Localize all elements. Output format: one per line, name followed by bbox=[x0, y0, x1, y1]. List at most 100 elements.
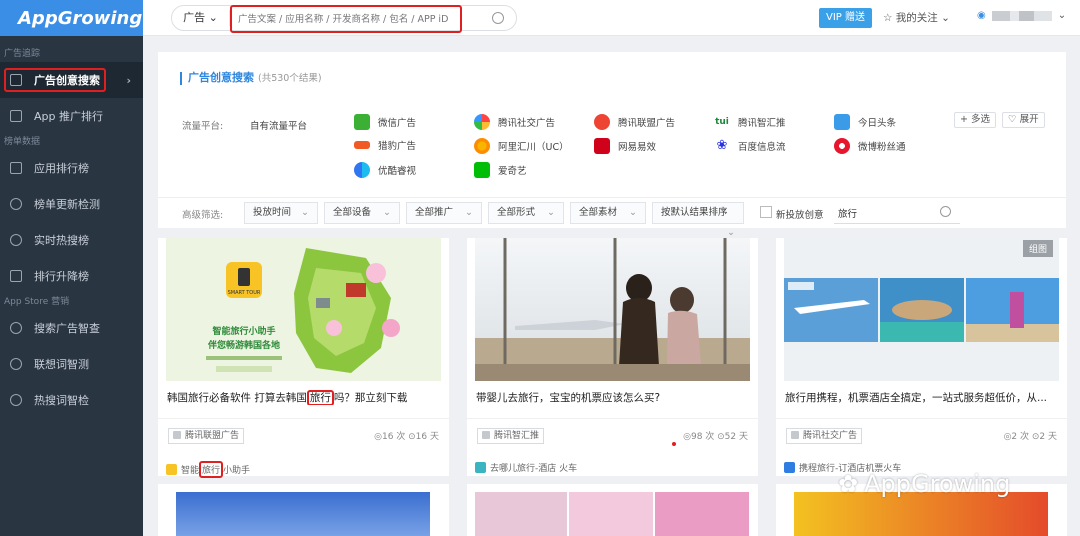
platform-ali-uc[interactable]: 阿里汇川（UC） bbox=[474, 138, 569, 154]
image-icon bbox=[10, 74, 22, 86]
ad-meta: 腾讯智汇推 ◎98 次 ⊙52 天 bbox=[467, 418, 758, 448]
dropdown-sort[interactable]: 按默认结果排序 ⌄ bbox=[652, 202, 744, 238]
dropdown-promotion[interactable]: 全部推广 ⌄ bbox=[406, 202, 482, 224]
baidu-paw-icon: ❀ bbox=[714, 138, 730, 154]
suggest-icon bbox=[10, 358, 22, 370]
self-platform-option[interactable]: 自有流量平台 bbox=[250, 118, 307, 132]
indicator-dot bbox=[672, 442, 676, 446]
svg-text:SMART TOUR: SMART TOUR bbox=[228, 290, 261, 296]
platform-tencent-union[interactable]: 腾讯联盟广告 bbox=[594, 114, 675, 130]
chevron-right-icon: › bbox=[126, 73, 131, 87]
ad-card[interactable] bbox=[158, 484, 449, 536]
trend-icon bbox=[10, 270, 22, 282]
multi-select-button[interactable]: + 多选 bbox=[954, 112, 996, 128]
youku-icon bbox=[354, 162, 370, 178]
ad-creative-image bbox=[655, 492, 749, 536]
platform-tencent-zhihui[interactable]: tui 腾讯智汇推 bbox=[714, 114, 786, 130]
ad-title[interactable]: 旅行用携程，机票酒店全搞定，一站式服务超低价，从... bbox=[785, 390, 1057, 405]
section-charts: 榜单数据 bbox=[4, 137, 41, 147]
advertiser-app[interactable]: 智能 旅行 小助手 bbox=[166, 461, 250, 478]
page-title: 广告创意搜索 (共530个结果) bbox=[180, 72, 322, 85]
toutiao-icon bbox=[834, 114, 850, 130]
ad-creative-image bbox=[569, 492, 653, 536]
platform-tencent-social[interactable]: 腾讯社交广告 bbox=[474, 114, 555, 130]
section-ad-tracking: 广告追踪 bbox=[4, 49, 41, 59]
vip-gift-button[interactable]: VIP 赠送 bbox=[819, 8, 872, 28]
search-bar: 广告 ⌄ bbox=[171, 5, 517, 33]
ad-meta: 腾讯社交广告 ◎2 次 ⊙2 天 bbox=[776, 418, 1067, 448]
platform-tag: 腾讯联盟广告 bbox=[168, 428, 245, 444]
wechat-icon bbox=[354, 114, 370, 130]
ctrip-collage bbox=[784, 238, 1059, 381]
platform-toutiao[interactable]: 今日头条 bbox=[834, 114, 896, 130]
platform-tag: 腾讯智汇推 bbox=[477, 428, 545, 444]
sidebar-item-hot-search[interactable]: 实时热搜榜 bbox=[0, 222, 143, 258]
ad-meta: 腾讯联盟广告 ◎16 次 ⊙16 天 bbox=[158, 418, 449, 448]
sidebar-item-suggest-words[interactable]: 联想词智测 bbox=[0, 346, 143, 382]
sidebar: AppGrowing 广告追踪 广告创意搜索 › App 推广排行 榜单数据 应… bbox=[0, 0, 143, 536]
platform-iqiyi[interactable]: 爱奇艺 bbox=[474, 162, 527, 178]
dropdown-time[interactable]: 投放时间 ⌄ bbox=[244, 202, 318, 224]
ad-title[interactable]: 韩国旅行必备软件 打算去韩国 旅行 吗？那立刻下载 bbox=[167, 390, 439, 405]
app-icon bbox=[475, 462, 486, 473]
platform-tag: 腾讯社交广告 bbox=[786, 428, 863, 444]
ad-card[interactable]: 带婴儿去旅行，宝宝的机票应该怎么买? 腾讯智汇推 ◎98 次 ⊙52 天 bbox=[467, 238, 758, 476]
search-type-select[interactable]: 广告 ⌄ bbox=[172, 10, 230, 26]
ad-stats: ◎2 次 ⊙2 天 bbox=[1003, 432, 1057, 442]
top-header: 广告 ⌄ VIP 赠送 ☆ 我的关注 ⌄ ◉ ⌄ bbox=[143, 0, 1080, 36]
sidebar-item-rise-fall[interactable]: 排行升降榜 bbox=[0, 258, 143, 294]
ad-title[interactable]: 带婴儿去旅行，宝宝的机票应该怎么买? bbox=[476, 390, 748, 405]
ad-stats: ◎16 次 ⊙16 天 bbox=[374, 432, 439, 442]
sidebar-item-hot-words[interactable]: 热搜词智检 bbox=[0, 382, 143, 418]
user-menu[interactable]: ◉ ⌄ bbox=[977, 10, 1066, 21]
sidebar-item-update-monitor[interactable]: 榜单更新检测 bbox=[0, 186, 143, 222]
platform-netease[interactable]: 网易易效 bbox=[594, 138, 656, 154]
ad-card[interactable] bbox=[467, 484, 758, 536]
chevron-down-icon: ⌄ bbox=[1057, 10, 1067, 21]
user-name-blurred bbox=[991, 10, 1052, 21]
app-icon bbox=[784, 462, 795, 473]
search-ads-icon bbox=[10, 322, 22, 334]
platform-youku[interactable]: 优酷睿视 bbox=[354, 162, 416, 178]
ad-card[interactable]: 组图 旅行用携程，机票酒店全搞定，一站式服务超低价，从... 腾讯社交广告 ◎2… bbox=[776, 238, 1067, 476]
dropdown-format[interactable]: 全部形式 ⌄ bbox=[488, 202, 564, 224]
korea-map-illustration: SMART TOUR 智能旅行小助手 伴您畅游韩国各地 bbox=[166, 238, 441, 381]
clock-icon bbox=[10, 234, 22, 246]
netease-icon bbox=[594, 138, 610, 154]
search-input[interactable] bbox=[230, 5, 462, 33]
platform-baidu[interactable]: ❀ 百度信息流 bbox=[714, 138, 786, 154]
ad-creative-image: SMART TOUR 智能旅行小助手 伴您畅游韩国各地 bbox=[166, 238, 441, 381]
platform-cheetah[interactable]: 猎豹广告 bbox=[354, 138, 416, 152]
ad-card[interactable]: SMART TOUR 智能旅行小助手 伴您畅游韩国各地 韩国旅行必备软件 打算去… bbox=[158, 238, 449, 476]
hot-words-icon bbox=[10, 394, 22, 406]
sidebar-item-search-ads[interactable]: 搜索广告智查 bbox=[0, 310, 143, 346]
my-follow-menu[interactable]: ☆ 我的关注 ⌄ bbox=[883, 10, 950, 25]
sidebar-item-creative-search[interactable]: 广告创意搜索 › bbox=[0, 62, 143, 98]
flow-platform-label: 流量平台: bbox=[182, 121, 224, 132]
dropdown-material[interactable]: 全部素材 ⌄ bbox=[570, 202, 646, 224]
svg-text:伴您畅游韩国各地: 伴您畅游韩国各地 bbox=[207, 339, 280, 351]
ad-creative-image bbox=[475, 238, 750, 381]
tencent-union-icon bbox=[594, 114, 610, 130]
search-icon[interactable] bbox=[940, 206, 951, 217]
advertiser-app[interactable]: 去哪儿旅行-酒店 火车 bbox=[475, 461, 577, 474]
new-creative-checkbox[interactable] bbox=[760, 206, 772, 218]
platform-weibo[interactable]: 微博粉丝通 bbox=[834, 138, 906, 154]
platform-wechat[interactable]: 微信广告 bbox=[354, 114, 416, 130]
weibo-icon bbox=[834, 138, 850, 154]
watermark: ✿ AppGrowing bbox=[838, 470, 1011, 498]
tencent-zhihui-icon: tui bbox=[714, 114, 730, 130]
ad-creative-image bbox=[176, 492, 430, 536]
logo[interactable]: AppGrowing bbox=[0, 0, 143, 36]
tencent-social-icon bbox=[474, 114, 490, 130]
dropdown-device[interactable]: 全部设备 ⌄ bbox=[324, 202, 400, 224]
ad-creative-image bbox=[794, 492, 1048, 536]
section-appstore: App Store 营销 bbox=[4, 297, 70, 307]
search-icon[interactable] bbox=[492, 12, 504, 24]
user-badge-icon: ◉ bbox=[977, 10, 986, 21]
chevron-down-icon: ♡ bbox=[1008, 114, 1017, 125]
album-badge: 组图 bbox=[1022, 240, 1053, 257]
expand-button[interactable]: ♡ 展开 bbox=[1002, 112, 1045, 128]
sidebar-item-app-ranking[interactable]: App 推广排行 bbox=[0, 98, 143, 134]
sidebar-item-app-charts[interactable]: 应用排行榜 bbox=[0, 150, 143, 186]
